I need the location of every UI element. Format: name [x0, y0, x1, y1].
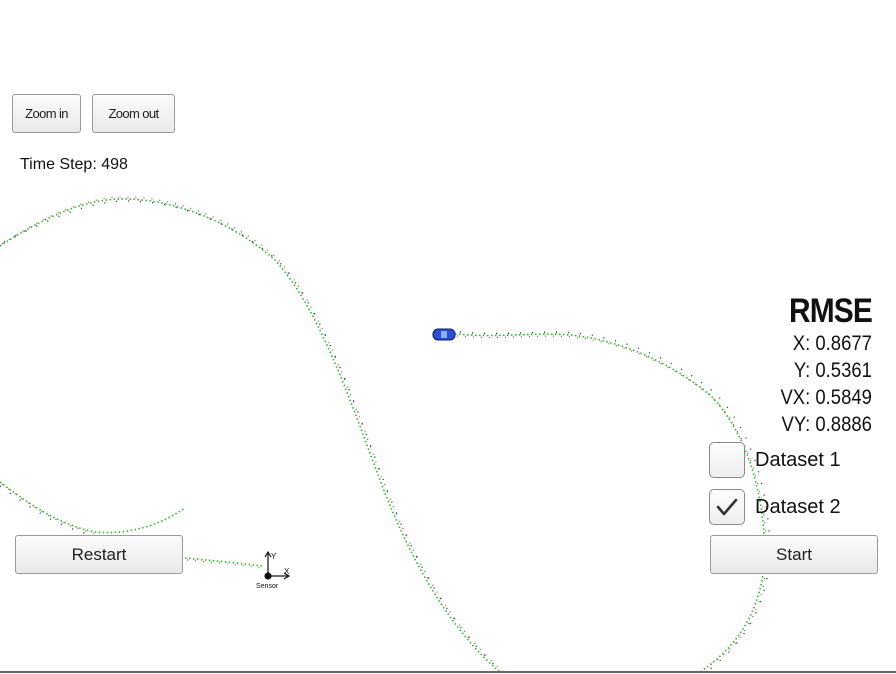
sensor-label: Sensor — [256, 583, 279, 590]
rmse-panel: RMSE X: 0.8677 Y: 0.5361 VX: 0.5849 VY: … — [768, 292, 873, 438]
sensor-y-label: Y — [271, 552, 277, 561]
bottom-divider — [0, 671, 896, 673]
dataset-2-label: Dataset 2 — [755, 495, 841, 518]
time-step-value: 498 — [101, 156, 128, 173]
dataset-2-option[interactable]: Dataset 2 — [709, 489, 841, 525]
rmse-y: Y: 0.5361 — [793, 359, 872, 382]
rmse-vy: VY: 0.8886 — [781, 413, 872, 436]
restart-button[interactable]: Restart — [15, 535, 183, 574]
car-icon — [432, 328, 456, 341]
zoom-out-button[interactable]: Zoom out — [92, 94, 175, 133]
rmse-vx: VX: 0.5849 — [780, 386, 872, 409]
rmse-title: RMSE — [789, 292, 873, 330]
start-button[interactable]: Start — [710, 535, 878, 574]
sensor-x-label: X — [284, 567, 290, 576]
dataset-1-label: Dataset 1 — [755, 448, 841, 471]
time-step-label: Time Step: — [20, 156, 97, 173]
zoom-in-button[interactable]: Zoom in — [12, 94, 81, 133]
ground-truth-path — [0, 198, 766, 673]
radar-measurements — [0, 200, 771, 674]
dataset-2-checkbox[interactable] — [709, 489, 745, 525]
dataset-1-checkbox[interactable] — [709, 442, 745, 478]
dataset-1-option[interactable]: Dataset 1 — [709, 442, 841, 478]
lidar-measurements — [1, 196, 768, 671]
rmse-x: X: 0.8677 — [792, 332, 872, 355]
time-step-display: Time Step: 498 — [20, 156, 128, 174]
check-icon — [716, 498, 738, 516]
